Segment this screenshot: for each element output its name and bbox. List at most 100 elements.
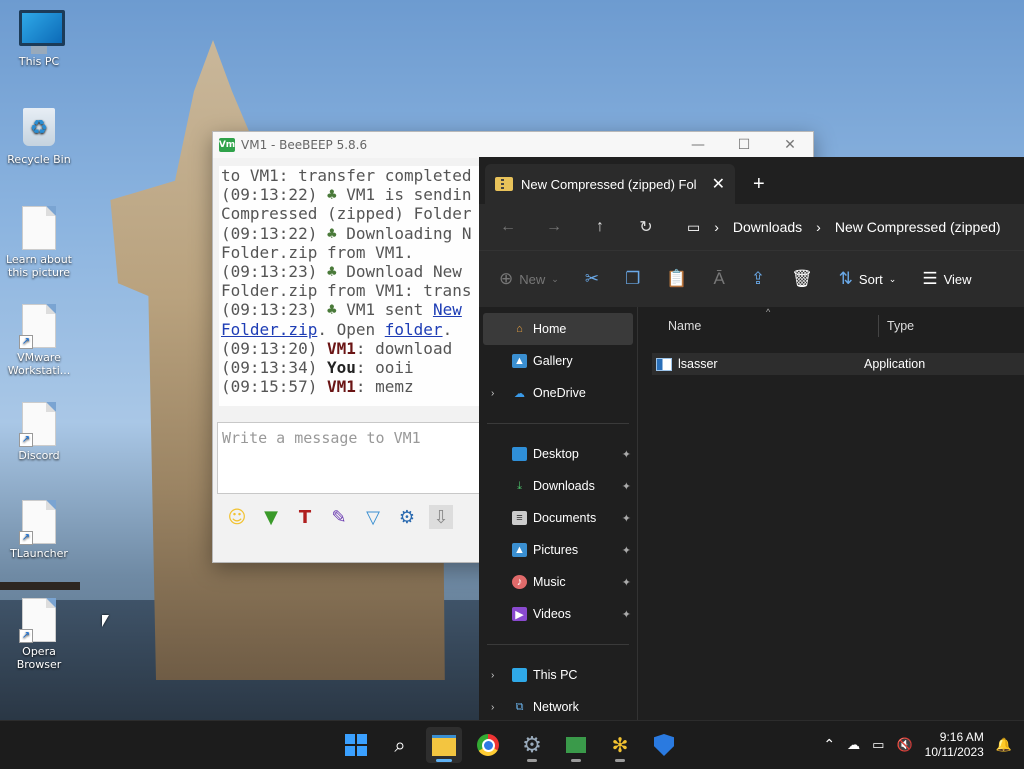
- shield-icon: [654, 734, 674, 756]
- monitor-icon: ▭: [687, 218, 701, 235]
- column-header-name[interactable]: ^ Name: [638, 307, 878, 333]
- delete-button[interactable]: 🗑: [791, 269, 813, 289]
- onedrive-icon[interactable]: ☁: [847, 738, 860, 753]
- file-link[interactable]: New: [433, 300, 462, 319]
- chevron-right-icon[interactable]: ›: [491, 670, 494, 681]
- clock[interactable]: 9:16 AM 10/11/2023: [925, 730, 984, 760]
- desktop-icon-tlauncher[interactable]: ↗ TLauncher: [6, 500, 72, 560]
- cut-button[interactable]: ✂: [585, 269, 599, 289]
- chevron-up-icon[interactable]: ⌃: [823, 737, 835, 753]
- filter-icon[interactable]: ▽: [361, 505, 385, 529]
- column-header-type[interactable]: Type: [878, 315, 914, 337]
- start-button[interactable]: [338, 727, 374, 763]
- file-name: lsasser: [678, 357, 718, 371]
- folder-link[interactable]: folder: [385, 320, 443, 339]
- desktop-icon-label: VMware Workstati...: [7, 351, 71, 377]
- nav-item-gallery[interactable]: ▲ Gallery: [479, 345, 637, 377]
- paste-button[interactable]: 📋: [666, 269, 687, 289]
- minimize-button[interactable]: —: [675, 137, 721, 153]
- taskbar-file-explorer[interactable]: [426, 727, 462, 763]
- rename-button[interactable]: Ā: [713, 269, 724, 289]
- new-tab-button[interactable]: +: [753, 164, 765, 204]
- desktop-icon-vmware[interactable]: ↗ VMware Workstati...: [6, 304, 72, 377]
- file-list: ^ Name Type lsasser Application: [638, 307, 1024, 721]
- nav-item-desktop[interactable]: Desktop ✦: [479, 438, 637, 470]
- nav-label: OneDrive: [533, 386, 586, 400]
- taskbar-chrome[interactable]: [470, 727, 506, 763]
- nav-label: Videos: [533, 607, 571, 621]
- desktop-icon-discord[interactable]: ↗ Discord: [6, 402, 72, 462]
- pin-icon[interactable]: ✦: [622, 544, 631, 557]
- back-icon[interactable]: ←: [497, 218, 519, 236]
- forward-icon[interactable]: →: [543, 218, 565, 236]
- desktop-icon-recycle-bin[interactable]: ♻ Recycle Bin: [6, 108, 72, 166]
- chevron-right-icon[interactable]: ›: [491, 702, 494, 713]
- desktop-icon-opera[interactable]: ↗ Opera Browser: [6, 598, 72, 671]
- color-icon[interactable]: ✎: [327, 505, 351, 529]
- search-button[interactable]: ⌕: [382, 727, 418, 763]
- taskbar-settings[interactable]: ⚙: [514, 727, 550, 763]
- address-bar[interactable]: ▭ › Downloads › New Compressed (zipped): [687, 210, 1024, 244]
- pin-icon[interactable]: ✦: [622, 608, 631, 621]
- nav-item-home[interactable]: ⌂ Home: [483, 313, 633, 345]
- nav-item-documents[interactable]: ≡ Documents ✦: [479, 502, 637, 534]
- nav-item-onedrive[interactable]: › ☁ OneDrive: [479, 377, 637, 409]
- pin-icon[interactable]: ✦: [622, 512, 631, 525]
- display-icon[interactable]: ▭: [872, 738, 884, 753]
- sort-button[interactable]: ⇅ Sort ⌄: [839, 269, 897, 289]
- nav-item-pictures[interactable]: ▲ Pictures ✦: [479, 534, 637, 566]
- desktop-icon-label: Learn about this picture: [6, 253, 72, 279]
- refresh-icon[interactable]: ↻: [635, 217, 657, 237]
- nav-label: Desktop: [533, 447, 579, 461]
- breadcrumb-item[interactable]: New Compressed (zipped): [835, 219, 1001, 235]
- file-link[interactable]: Folder.zip: [221, 320, 317, 339]
- maximize-button[interactable]: ☐: [721, 137, 767, 153]
- close-tab-icon[interactable]: ✕: [712, 174, 725, 194]
- pin-icon[interactable]: ✦: [622, 480, 631, 493]
- taskbar-vm-app[interactable]: [558, 727, 594, 763]
- send-file-icon[interactable]: ▼: [259, 505, 283, 529]
- chevron-right-icon[interactable]: ›: [491, 388, 494, 399]
- mouse-cursor: [102, 615, 109, 627]
- explorer-tab[interactable]: New Compressed (zipped) Fol ✕: [485, 164, 735, 204]
- cut-icon: ✂: [584, 269, 600, 288]
- nav-item-network[interactable]: › ⧉ Network: [479, 691, 637, 723]
- volume-muted-icon[interactable]: 🔇: [896, 738, 912, 753]
- download-icon: ⤓: [517, 479, 522, 492]
- pin-icon[interactable]: ✦: [622, 448, 631, 461]
- taskbar-security[interactable]: [646, 727, 682, 763]
- view-button[interactable]: ☰ View: [922, 269, 971, 289]
- font-icon[interactable]: T: [293, 505, 317, 529]
- nav-item-videos[interactable]: ▶ Videos ✦: [479, 598, 637, 630]
- nav-item-downloads[interactable]: ⤓ Downloads ✦: [479, 470, 637, 502]
- desktop-icon-learn-picture[interactable]: Learn about this picture: [6, 206, 72, 279]
- rename-icon: Ā: [713, 269, 725, 288]
- nav-item-this-pc[interactable]: › This PC: [479, 659, 637, 691]
- desktop-icon-this-pc[interactable]: This PC: [6, 10, 72, 68]
- document-icon: ≡: [512, 511, 527, 525]
- timestamp: (09:13:20): [221, 338, 327, 358]
- timestamp: (09:13:23): [221, 300, 318, 320]
- copy-button[interactable]: ❐: [625, 269, 640, 289]
- chat-text: : memz: [355, 377, 414, 397]
- system-tray: ⌃ ☁ ▭ 🔇 9:16 AM 10/11/2023 🔔: [823, 721, 1024, 769]
- beebeep-titlebar[interactable]: Vm VM1 - BeeBEEP 5.8.6 — ☐ ✕: [213, 132, 813, 158]
- up-icon[interactable]: ↑: [589, 218, 611, 236]
- pin-icon[interactable]: ✦: [622, 576, 631, 589]
- download-icon[interactable]: ⇩: [429, 505, 453, 529]
- table-row[interactable]: lsasser Application: [652, 353, 1024, 375]
- nav-label: Pictures: [533, 543, 579, 557]
- close-button[interactable]: ✕: [767, 137, 813, 153]
- new-button[interactable]: ⊕ New ⌄: [499, 269, 559, 289]
- share-button[interactable]: ⇪: [751, 269, 765, 289]
- nav-item-music[interactable]: ♪ Music ✦: [479, 566, 637, 598]
- sort-label: Sort: [858, 271, 883, 287]
- settings-icon[interactable]: ⚙: [395, 505, 419, 529]
- breadcrumb-item[interactable]: Downloads: [733, 219, 802, 235]
- chevron-right-icon: ›: [714, 219, 719, 235]
- notification-bell-icon[interactable]: 🔔: [996, 738, 1012, 753]
- taskbar-beebeep[interactable]: ✻: [602, 727, 638, 763]
- emoji-icon[interactable]: ☺: [225, 505, 249, 529]
- running-indicator: [571, 759, 581, 762]
- timestamp: (09:13:34): [221, 358, 327, 378]
